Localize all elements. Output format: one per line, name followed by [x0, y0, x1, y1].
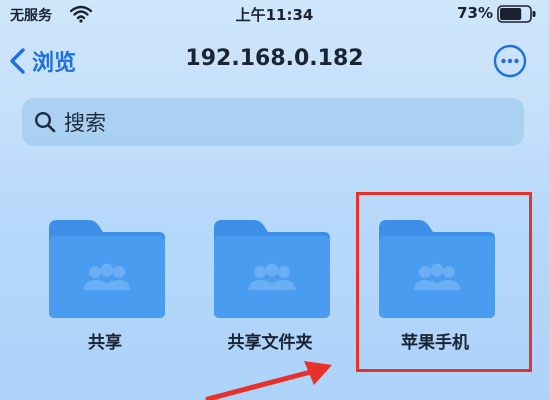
folder-item-shared-folder[interactable]: 共享文件夹 [205, 218, 335, 368]
folder-item-shared[interactable]: 共享 [40, 218, 170, 368]
search-input[interactable]: 搜索 [22, 98, 524, 146]
shared-folder-icon [379, 220, 495, 318]
search-placeholder: 搜索 [64, 111, 106, 135]
battery-percent: 73% [457, 4, 493, 22]
folder-label: 苹果手机 [401, 333, 469, 353]
status-bar: 无服务 上午11:34 73% [0, 0, 549, 30]
ellipsis-circle-icon[interactable] [493, 44, 527, 78]
shared-folder-icon [214, 220, 330, 318]
folder-label: 共享文件夹 [227, 333, 313, 353]
page-title: 192.168.0.182 [185, 46, 364, 71]
search-icon [34, 111, 56, 133]
shared-folder-icon [49, 220, 165, 318]
navigation-bar: 浏览 192.168.0.182 [0, 38, 549, 84]
folder-item-iphone[interactable]: 苹果手机 [370, 218, 500, 368]
folder-label: 共享 [88, 333, 122, 353]
battery-icon [497, 5, 536, 23]
